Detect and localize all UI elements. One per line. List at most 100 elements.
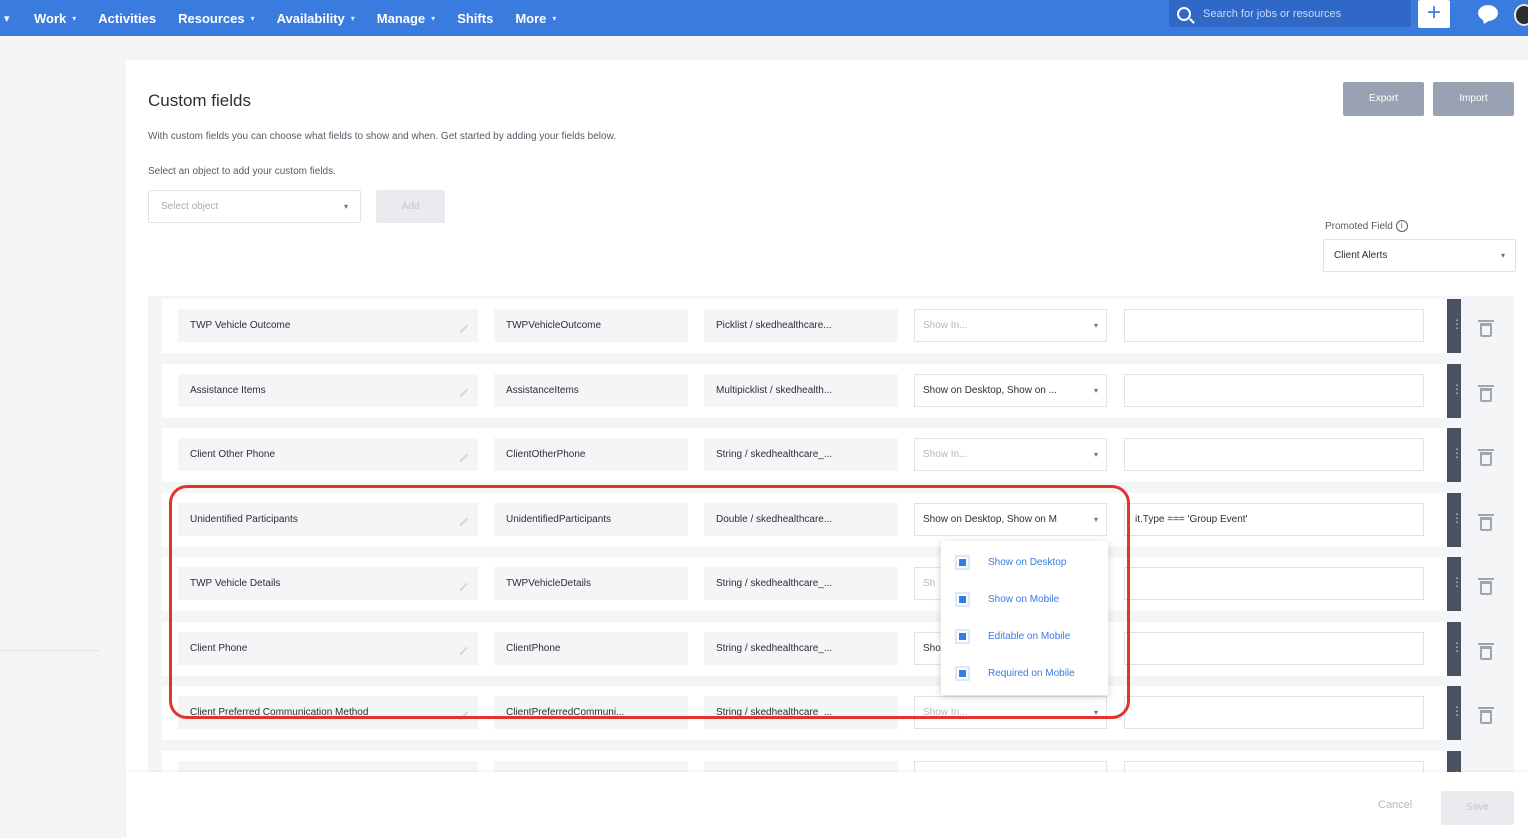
condition-input[interactable] [1124,631,1424,665]
import-button[interactable]: Import [1433,82,1514,116]
condition-input[interactable] [1124,309,1424,342]
drag-handle-icon[interactable] [1447,621,1463,676]
nav-item-activities[interactable]: Activities [98,11,156,26]
drag-handle-icon[interactable] [1447,686,1463,740]
field-api-name: ClientPreferredCommuni... [494,696,688,729]
drag-handle-icon[interactable] [1447,299,1463,353]
trash-icon[interactable] [1478,707,1494,724]
show-in-select[interactable]: Show In... ▾ [914,696,1107,729]
condition-input[interactable] [1124,438,1424,471]
checkbox-checked-icon[interactable] [955,665,970,681]
field-api-name: UnidentifiedParticipants [494,502,688,536]
nav-item-shifts[interactable]: Shifts [457,11,493,26]
export-button[interactable]: Export [1343,82,1424,116]
promoted-field-select[interactable]: Client Alerts ▾ [1323,239,1516,272]
trash-icon[interactable] [1478,384,1494,402]
field-label-input[interactable]: Unidentified Participants [178,502,478,536]
dropdown-option[interactable]: Show on Mobile [955,590,1059,608]
chat-icon[interactable] [1478,5,1498,21]
nav-item-label: Manage [376,10,426,26]
table-row: TWP Vehicle Details TWPVehicleDetails St… [162,557,1449,611]
dropdown-option-label: Show on Mobile [988,593,1060,605]
avatar[interactable] [1514,4,1528,26]
show-in-select[interactable]: Show In... ▾ [914,309,1107,342]
condition-input[interactable]: it.Type === 'Group Event' [1124,502,1424,536]
field-label-input[interactable]: TWP Vehicle Details [178,567,478,600]
select-object-dropdown[interactable]: Select object ▾ [148,190,361,223]
trash-icon[interactable] [1478,320,1494,337]
nav-item-availability[interactable]: Availability ▾ [277,11,355,26]
global-search[interactable] [1169,0,1411,27]
condition-input[interactable] [1124,696,1424,729]
trash-icon[interactable] [1478,642,1494,660]
field-label-text: Unidentified Participants [190,513,298,525]
pencil-icon[interactable] [453,447,469,462]
field-api-name: TWPVehicleOutcome [494,309,688,342]
show-in-dropdown-menu: Show on Desktop Show on Mobile Editable on… [941,541,1108,695]
field-label-input[interactable]: Client Phone [178,631,478,665]
add-button[interactable]: Add [376,190,445,223]
condition-input[interactable] [1124,373,1424,407]
pencil-icon[interactable] [453,705,469,720]
field-label-text: Assistance Items [190,384,266,396]
nav-item-label: Availability [276,10,345,26]
pencil-icon[interactable] [453,382,469,398]
field-label-text: TWP Vehicle Outcome [190,320,291,331]
show-in-value: Sho [923,642,941,654]
save-button[interactable]: Save [1441,791,1514,825]
field-label-input[interactable]: Assistance Items [178,373,478,407]
show-in-value: Show In... [923,320,968,331]
dropdown-option[interactable]: Required on Mobile [955,664,1075,682]
nav-item-more[interactable]: More ▾ [515,11,556,26]
top-navbar: ▾ Work ▾ Activities Resources ▾ Availability ▾… [0,0,1528,36]
chevron-down-icon: ▾ [343,202,348,211]
chevron-down-icon: ▾ [1093,321,1098,330]
dropdown-option-label: Required on Mobile [988,667,1075,679]
info-icon[interactable]: i [1395,220,1408,232]
nav-item-work[interactable]: Work ▾ [34,11,76,26]
pencil-icon[interactable] [453,576,469,591]
drag-handle-icon[interactable] [1447,428,1463,482]
pencil-icon[interactable] [453,640,469,656]
show-in-select[interactable]: Show In... ▾ [914,438,1107,471]
field-label-input[interactable]: Client Preferred Communication Method [178,696,478,729]
nav-item-label: Activities [98,10,157,26]
show-in-select[interactable]: Show on Desktop, Show on ... ▾ [914,373,1107,407]
drag-handle-icon[interactable] [1447,750,1463,774]
trash-icon[interactable] [1478,449,1494,466]
custom-fields-list: TWP Vehicle Outcome TWPVehicleOutcome Pi… [148,296,1514,774]
drag-handle-icon[interactable] [1447,492,1463,547]
dropdown-option[interactable]: Show on Desktop [955,553,1066,571]
promoted-field-value: Client Alerts [1334,250,1388,261]
field-label-text: Client Other Phone [190,449,276,460]
nav-item-resources[interactable]: Resources ▾ [178,11,255,26]
trash-icon[interactable] [1478,513,1494,531]
cancel-button[interactable]: Cancel [1378,799,1412,811]
create-button[interactable]: + [1418,0,1450,28]
field-label-input[interactable]: Client Other Phone [178,438,478,471]
promoted-field-label-text: Promoted Field [1325,220,1393,232]
show-in-select[interactable]: Show on Desktop, Show on M ▾ [914,502,1107,536]
checkbox-checked-icon[interactable] [955,554,970,570]
chevron-down-icon: ▾ [431,13,436,23]
search-input[interactable] [1203,7,1403,20]
nav-item-manage[interactable]: Manage ▾ [377,11,435,26]
field-label-input[interactable]: TWP Vehicle Outcome [178,309,478,342]
field-label-text: Client Preferred Communication Method [190,707,369,718]
nav-menu-caret-icon[interactable]: ▾ [4,12,16,25]
pencil-icon[interactable] [453,318,469,333]
checkbox-checked-icon[interactable] [955,591,970,607]
pencil-icon[interactable] [453,511,469,527]
drag-handle-icon[interactable] [1447,363,1463,418]
condition-input[interactable] [1124,567,1424,600]
field-label-text: Client Phone [190,642,248,654]
chevron-down-icon: ▾ [1093,450,1098,459]
dropdown-option[interactable]: Editable on Mobile [955,627,1070,645]
select-object-label: Select an object to add your custom fiel… [148,166,336,177]
footer-bar: Cancel Save [126,772,1528,838]
checkbox-checked-icon[interactable] [955,628,970,644]
field-type: Picklist / skedhealthcare... [704,309,898,342]
table-row: Client Other Phone ClientOtherPhone Stri… [162,428,1449,482]
drag-handle-icon[interactable] [1447,557,1463,611]
trash-icon[interactable] [1478,578,1494,595]
